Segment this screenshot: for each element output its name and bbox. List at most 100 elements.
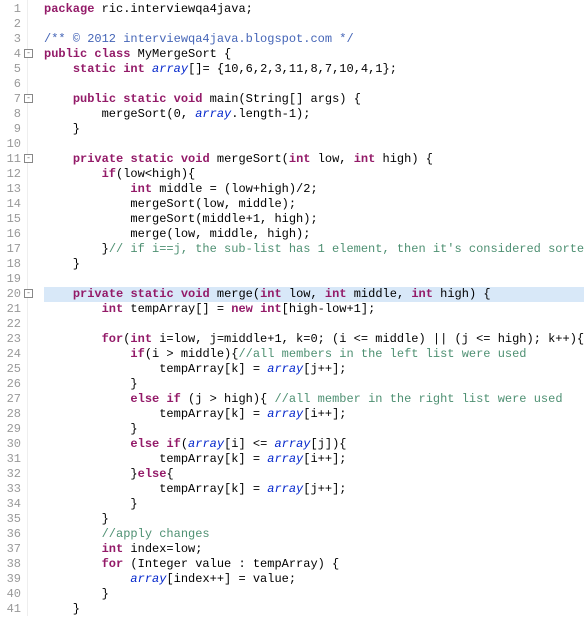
line-number: 14 [2, 197, 21, 212]
line-number: 4- [2, 47, 21, 62]
token-plain [44, 332, 102, 346]
code-line[interactable] [44, 137, 584, 152]
code-line[interactable]: } [44, 377, 584, 392]
code-line[interactable] [44, 77, 584, 92]
token-method: merge [130, 227, 166, 241]
code-line[interactable] [44, 272, 584, 287]
code-line[interactable]: }else{ [44, 467, 584, 482]
token-kw: private [73, 287, 123, 301]
code-line[interactable]: } [44, 497, 584, 512]
line-number: 30 [2, 437, 21, 452]
code-line[interactable]: //apply changes [44, 527, 584, 542]
code-line[interactable]: tempArray[k] = array[i++]; [44, 407, 584, 422]
token-plain: } [44, 377, 138, 391]
token-plain [44, 152, 73, 166]
code-line[interactable]: tempArray[k] = array[i++]; [44, 452, 584, 467]
token-plain: main(String[] args) { [202, 92, 360, 106]
code-line[interactable]: public class MyMergeSort { [44, 47, 584, 62]
code-line[interactable]: package ric.interviewqa4java; [44, 2, 584, 17]
code-line[interactable]: private static void merge(int low, int m… [44, 287, 584, 302]
code-line[interactable]: array[index++] = value; [44, 572, 584, 587]
token-type: void [174, 92, 203, 106]
line-number: 22 [2, 317, 21, 332]
code-line[interactable]: int index=low; [44, 542, 584, 557]
code-line[interactable]: public static void main(String[] args) { [44, 92, 584, 107]
code-line[interactable]: for(int i=low, j=middle+1, k=0; (i <= mi… [44, 332, 584, 347]
line-number: 18 [2, 257, 21, 272]
token-plain: } [44, 602, 80, 616]
fold-toggle-icon[interactable]: - [24, 49, 33, 58]
code-line[interactable] [44, 17, 584, 32]
token-plain: tempArray[k] = [44, 482, 267, 496]
code-line[interactable]: } [44, 602, 584, 617]
token-plain [44, 227, 130, 241]
token-type: int [102, 302, 124, 316]
code-line[interactable]: } [44, 587, 584, 602]
line-number: 23 [2, 332, 21, 347]
code-line[interactable]: mergeSort(low, middle); [44, 197, 584, 212]
fold-toggle-icon[interactable]: - [24, 94, 33, 103]
code-line[interactable]: if(low<high){ [44, 167, 584, 182]
token-plain [145, 62, 152, 76]
token-comment: //all member in the right list were used [274, 392, 562, 406]
code-line[interactable]: int middle = (low+high)/2; [44, 182, 584, 197]
code-line[interactable]: for (Integer value : tempArray) { [44, 557, 584, 572]
token-plain: [i++]; [303, 452, 346, 466]
token-plain: (middle+1, high); [195, 212, 317, 226]
code-line[interactable]: tempArray[k] = array[j++]; [44, 482, 584, 497]
code-line[interactable]: } [44, 422, 584, 437]
token-comment: //apply changes [102, 527, 210, 541]
token-plain: [j++]; [303, 362, 346, 376]
code-line[interactable]: private static void mergeSort(int low, i… [44, 152, 584, 167]
token-kw: static [130, 152, 173, 166]
token-plain [44, 392, 130, 406]
line-number: 35 [2, 512, 21, 527]
token-plain [44, 287, 73, 301]
line-number: 37 [2, 542, 21, 557]
line-number: 7- [2, 92, 21, 107]
token-plain: []= {10,6,2,3,11,8,7,10,4,1}; [188, 62, 397, 76]
token-plain: middle, [347, 287, 412, 301]
code-line[interactable]: else if(array[i] <= array[j]){ [44, 437, 584, 452]
fold-toggle-icon[interactable]: - [24, 154, 33, 163]
code-line[interactable]: /** © 2012 interviewqa4java.blogspot.com… [44, 32, 584, 47]
line-number: 15 [2, 212, 21, 227]
token-method: mergeSort [130, 212, 195, 226]
token-plain [174, 152, 181, 166]
code-line[interactable]: mergeSort(0, array.length-1); [44, 107, 584, 122]
token-plain [44, 62, 73, 76]
code-line[interactable]: mergeSort(middle+1, high); [44, 212, 584, 227]
token-plain: { [166, 467, 173, 481]
token-plain: index=low; [123, 542, 202, 556]
line-number: 3 [2, 32, 21, 47]
line-number: 21 [2, 302, 21, 317]
code-line[interactable]: static int array[]= {10,6,2,3,11,8,7,10,… [44, 62, 584, 77]
line-number: 32 [2, 467, 21, 482]
code-line[interactable]: } [44, 512, 584, 527]
code-line[interactable]: }// if i==j, the sub-list has 1 element,… [44, 242, 584, 257]
code-line[interactable]: merge(low, middle, high); [44, 227, 584, 242]
token-method: mergeSort [130, 197, 195, 211]
fold-toggle-icon[interactable]: - [24, 289, 33, 298]
token-comment: //all members in the left list were used [238, 347, 526, 361]
code-line[interactable]: } [44, 257, 584, 272]
code-line[interactable]: } [44, 122, 584, 137]
code-line[interactable]: if(i > middle){//all members in the left… [44, 347, 584, 362]
code-area[interactable]: package ric.interviewqa4java; /** © 2012 … [28, 0, 584, 616]
token-kw: else [138, 467, 167, 481]
token-plain: } [44, 497, 138, 511]
line-number: 10 [2, 137, 21, 152]
token-kw: static [123, 92, 166, 106]
token-plain: } [44, 257, 80, 271]
token-plain: } [44, 587, 109, 601]
token-kw: new [231, 302, 253, 316]
code-line[interactable]: int tempArray[] = new int[high-low+1]; [44, 302, 584, 317]
code-line[interactable]: tempArray[k] = array[j++]; [44, 362, 584, 377]
code-line[interactable] [44, 317, 584, 332]
line-number: 39 [2, 572, 21, 587]
token-type: int [354, 152, 376, 166]
token-field: array [274, 437, 310, 451]
token-type: int [123, 62, 145, 76]
code-line[interactable]: else if (j > high){ //all member in the … [44, 392, 584, 407]
token-plain: merge( [210, 287, 260, 301]
